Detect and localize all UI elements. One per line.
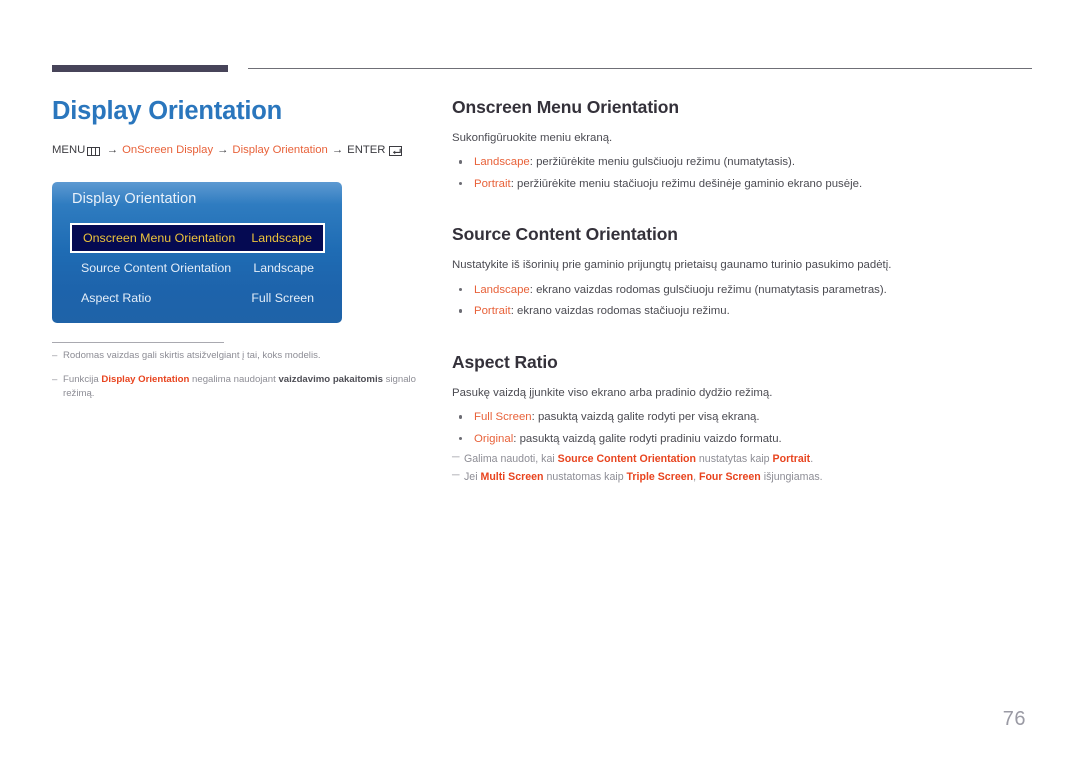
- bullet-item: Original: pasuktą vaizdą galite rodyti p…: [452, 431, 1042, 448]
- osd-row-label: Onscreen Menu Orientation: [83, 231, 236, 245]
- bullet-term: Landscape: [474, 283, 530, 296]
- subnote-text: Jei Multi Screen nustatomas kaip Triple …: [464, 470, 823, 486]
- bullet-text: : pasuktą vaizdą galite rodyti per visą …: [531, 411, 760, 424]
- osd-row-label: Aspect Ratio: [81, 291, 152, 305]
- breadcrumb-menu-label: MENU: [52, 144, 86, 157]
- text-run: nustatytas kaip: [695, 453, 773, 466]
- breadcrumb-step-onscreen-display: OnScreen Display: [122, 144, 214, 157]
- section-intro: Nustatykite iš išorinių prie gaminio pri…: [452, 259, 892, 272]
- text-run: Funkcija: [63, 373, 102, 385]
- subnote-dash: ─: [452, 451, 460, 464]
- section-title: Onscreen Menu Orientation: [452, 97, 679, 117]
- breadcrumb-arrow-3: →: [331, 144, 344, 157]
- bullet-text: : pasuktą vaizdą galite rodyti pradiniu …: [513, 432, 782, 445]
- text-run: Portrait: [772, 453, 811, 466]
- enter-arrow-glyph: [393, 148, 402, 154]
- bullet-term: Full Screen: [474, 411, 532, 424]
- breadcrumb-arrow-1: →: [106, 144, 119, 157]
- text-run: nustatomas kaip: [543, 471, 627, 484]
- osd-menu-preview: Display Orientation Onscreen Menu Orient…: [52, 182, 342, 323]
- left-column: Display Orientation MENU → OnScreen Disp…: [52, 97, 432, 158]
- osd-row-value: Full Screen: [251, 291, 314, 305]
- footnote-dash: –: [52, 350, 58, 361]
- section-title: Source Content Orientation: [452, 224, 678, 245]
- footnote-dash: –: [52, 373, 58, 385]
- text-run: Triple Screen: [626, 471, 694, 484]
- osd-row-source-content-orientation[interactable]: Source Content Orientation Landscape: [70, 253, 325, 283]
- section-subnote: ─ Galima naudoti, kai Source Content Ori…: [452, 452, 1042, 468]
- bullet-text: : peržiūrėkite meniu gulsc̆iuoju režimu …: [529, 156, 795, 169]
- text-run: Jei: [464, 471, 481, 484]
- bullet-item: Portrait: peržiūrėkite meniu stac̆iuoju …: [452, 176, 1042, 193]
- bullet-item: Full Screen: pasuktą vaizdą galite rodyt…: [452, 409, 1042, 426]
- footnote-text: Funkcija Display Orientation negalima na…: [63, 373, 420, 401]
- page-number: 76: [1002, 708, 1026, 730]
- text-run: išjungiamas.: [760, 471, 823, 484]
- osd-row-value: Landscape: [253, 261, 314, 275]
- text-run: Source Content Orientation: [557, 453, 696, 466]
- section-intro: Sukonfigūruokite meniu ekraną.: [452, 132, 613, 144]
- right-column: Onscreen Menu Orientation Sukonfigūruoki…: [452, 97, 1042, 486]
- text-run: Four Screen: [698, 471, 761, 484]
- breadcrumb-enter-label: ENTER: [347, 144, 386, 157]
- section-bullet-list: Landscape: peržiūrėkite meniu gulsc̆iuoj…: [452, 154, 1042, 192]
- footnote-divider: [52, 342, 224, 343]
- osd-row-aspect-ratio[interactable]: Aspect Ratio Full Screen: [70, 283, 325, 313]
- bullet-text: : ekrano vaizdas rodomas gulsc̆iuoju rež…: [529, 283, 887, 296]
- section-source-content-orientation: Source Content Orientation Nustatykite i…: [452, 224, 1042, 319]
- osd-row-list: Onscreen Menu Orientation Landscape Sour…: [70, 223, 325, 313]
- subnote-text: Galima naudoti, kai Source Content Orien…: [464, 452, 813, 468]
- bullet-term: Landscape: [474, 156, 530, 169]
- footnote-item: – Rodomas vaizdas gali skirtis atsižvelg…: [52, 349, 420, 363]
- header-divider-line: [248, 68, 1032, 69]
- bullet-text: : peržiūrėkite meniu stac̆iuoju režimu d…: [510, 177, 863, 190]
- bullet-term: Original: [474, 432, 514, 445]
- osd-row-value: Landscape: [251, 231, 312, 245]
- section-intro: Pasukę vaizdą įjunkite viso ekrano arba …: [452, 386, 773, 399]
- text-run: Rodomas vaizdas gali skirtis atsižvelgia…: [63, 350, 321, 361]
- bullet-item: Landscape: peržiūrėkite meniu gulsc̆iuoj…: [452, 154, 1042, 171]
- left-footnotes: – Rodomas vaizdas gali skirtis atsižvelg…: [52, 349, 420, 411]
- text-run: negalima naudojant: [189, 373, 279, 385]
- text-run: vaizdavimo pakaitomis: [278, 373, 383, 385]
- section-aspect-ratio: Aspect Ratio Pasukę vaizdą įjunkite viso…: [452, 352, 1042, 486]
- section-bullet-list: Landscape: ekrano vaizdas rodomas gulsc̆…: [452, 282, 1042, 320]
- section-title: Aspect Ratio: [452, 351, 558, 372]
- bullet-item: Portrait: ekrano vaizdas rodomas stac̆iu…: [452, 303, 1042, 320]
- text-run: Multi Screen: [480, 471, 544, 484]
- footnote-item: – Funkcija Display Orientation negalima …: [52, 373, 420, 401]
- bullet-term: Portrait: [474, 177, 511, 190]
- osd-title: Display Orientation: [72, 191, 197, 207]
- osd-row-onscreen-menu-orientation[interactable]: Onscreen Menu Orientation Landscape: [70, 223, 325, 253]
- subnote-dash: ─: [452, 469, 460, 482]
- menu-grid-icon: [86, 146, 100, 156]
- header-accent-bar: [52, 65, 228, 72]
- section-onscreen-menu-orientation: Onscreen Menu Orientation Sukonfigūruoki…: [452, 97, 1042, 192]
- bullet-item: Landscape: ekrano vaizdas rodomas gulsc̆…: [452, 282, 1042, 299]
- section-bullet-list: Full Screen: pasuktą vaizdą galite rodyt…: [452, 409, 1042, 447]
- section-subnote: ─ Jei Multi Screen nustatomas kaip Tripl…: [452, 470, 1042, 486]
- breadcrumb-step-display-orientation: Display Orientation: [232, 144, 328, 157]
- bullet-term: Portrait: [474, 305, 511, 318]
- enter-return-icon: [389, 146, 403, 157]
- breadcrumb-arrow-2: →: [217, 144, 229, 157]
- page-title: Display Orientation: [52, 97, 282, 125]
- bullet-text: : ekrano vaizdas rodomas stac̆iuoju reži…: [510, 305, 730, 318]
- breadcrumb: MENU → OnScreen Display → Display Orient…: [52, 144, 432, 158]
- text-run: Galima naudoti, kai: [464, 453, 558, 466]
- text-run: .: [810, 453, 814, 466]
- text-run: Display Orientation: [101, 373, 190, 385]
- osd-row-label: Source Content Orientation: [81, 261, 232, 275]
- footnote-text: Rodomas vaizdas gali skirtis atsižvelgia…: [63, 349, 420, 363]
